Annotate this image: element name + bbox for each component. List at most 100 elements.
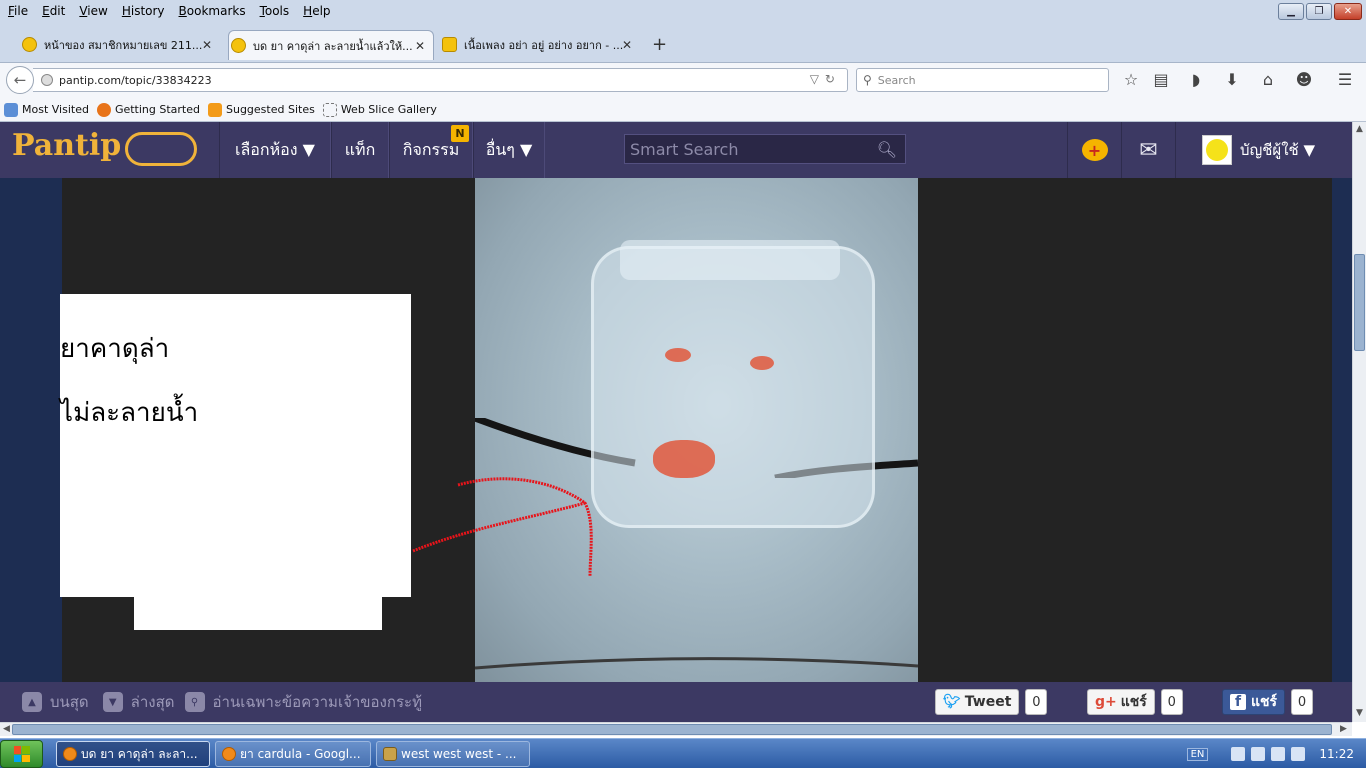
drug-residue-shape	[665, 348, 691, 362]
back-button[interactable]: ←	[6, 66, 34, 94]
pocket-icon[interactable]: ◗	[1185, 70, 1207, 89]
horizontal-scroll-thumb[interactable]	[12, 724, 1332, 735]
bookmarks-bar: Most Visited Getting Started Suggested S…	[0, 98, 1366, 122]
scroll-left-arrow-icon[interactable]: ◀	[3, 724, 10, 734]
facebook-button[interactable]: f แชร์	[1222, 689, 1286, 715]
right-rail	[1332, 178, 1352, 682]
messages-button[interactable]: ✉	[1121, 122, 1175, 178]
task-label: west west west - ...	[401, 747, 517, 761]
left-rail	[0, 178, 62, 682]
tab-strip: หน้าของ สมาชิกหมายเลข 211... ✕ บด ยา คาด…	[0, 22, 1366, 62]
scroll-top-icon[interactable]: ▲	[22, 692, 42, 712]
bookmark-most-visited[interactable]: Most Visited	[4, 102, 89, 117]
scroll-bottom-icon[interactable]: ▼	[102, 692, 123, 712]
account-label: บัญชีผู้ใช้ ▼	[1239, 141, 1316, 159]
smiley-avatar-icon	[1205, 139, 1228, 161]
task-label: ยา cardula - Googl...	[240, 746, 361, 761]
twitter-icon: 🐦︎	[943, 694, 961, 710]
new-tab-plus-icon[interactable]: +	[652, 34, 667, 55]
nav-others[interactable]: อื่นๆ ▼	[473, 122, 545, 178]
search-input[interactable]: ⚲ Search	[856, 68, 1109, 92]
scroll-bottom-link[interactable]: ล่างสุด	[131, 690, 175, 714]
network-icon[interactable]	[1231, 747, 1246, 761]
tab-close-icon[interactable]: ✕	[415, 39, 425, 53]
site-identity-icon[interactable]	[41, 74, 53, 86]
menu-bookmarks[interactable]: Bookmarks	[171, 4, 252, 18]
task-firefox-google[interactable]: ยา cardula - Googl...	[215, 741, 371, 767]
plastic-cup-shape	[591, 246, 875, 528]
tab-close-icon[interactable]: ✕	[202, 38, 212, 52]
post-photo-cup	[475, 178, 918, 682]
chat-icon[interactable]: ☻	[1293, 70, 1315, 89]
tab-close-icon[interactable]: ✕	[622, 38, 632, 52]
nav-tags[interactable]: แท็ก	[331, 122, 389, 178]
horizontal-scrollbar[interactable]: ◀ ▶	[0, 722, 1352, 736]
smart-search-input[interactable]: Smart Search 🔍︎	[624, 134, 906, 164]
nav-label: เลือกห้อง ▼	[235, 139, 315, 159]
tab-member-page[interactable]: หน้าของ สมาชิกหมายเลข 211... ✕	[20, 30, 220, 60]
nav-select-room[interactable]: เลือกห้อง ▼	[219, 122, 331, 178]
scroll-right-arrow-icon[interactable]: ▶	[1340, 724, 1347, 734]
menu-history[interactable]: History	[114, 4, 171, 18]
topic-bottom-bar: ▲ บนสุด ▼ ล่างสุด ⚲ อ่านเฉพาะข้อความเจ้า…	[0, 682, 1352, 722]
app-icon	[383, 747, 397, 761]
web-slice-icon	[322, 102, 337, 117]
home-icon[interactable]: ⌂	[1257, 70, 1279, 89]
new-post-button[interactable]: +	[1067, 122, 1121, 178]
firefox-icon	[222, 747, 236, 761]
window-controls: ▁ ❐ ✕	[1278, 3, 1362, 20]
menu-tools[interactable]: Tools	[252, 4, 296, 18]
task-west[interactable]: west west west - ...	[376, 741, 530, 767]
tray-monitor-icon[interactable]	[1291, 747, 1306, 761]
owner-filter-icon[interactable]: ⚲	[184, 692, 205, 712]
tweet-button[interactable]: 🐦︎ Tweet	[935, 689, 1020, 715]
facebook-share: f แชร์ 0	[1222, 689, 1314, 715]
bookmark-web-slice-gallery[interactable]: Web Slice Gallery	[322, 102, 437, 117]
menu-file[interactable]: File	[0, 4, 34, 18]
avatar[interactable]	[1201, 135, 1232, 165]
downloads-icon[interactable]: ⬇	[1221, 70, 1243, 89]
scroll-down-arrow-icon[interactable]: ▼	[1356, 708, 1363, 718]
owner-only-link[interactable]: อ่านเฉพาะข้อความเจ้าของกระทู้	[213, 690, 422, 714]
pantip-logo-mark-icon[interactable]	[125, 132, 197, 166]
smart-search-placeholder: Smart Search	[630, 139, 739, 159]
tab-label: เนื้อเพลง อย่า อยู่ อย่าง อยาก - ...	[464, 39, 624, 52]
start-button[interactable]	[0, 740, 43, 768]
vertical-scrollbar[interactable]: ▲ ▼	[1352, 122, 1366, 722]
url-dropdown-reload-icons[interactable]: ▽↻	[810, 72, 841, 86]
minimize-button[interactable]: ▁	[1278, 3, 1304, 20]
volume-icon[interactable]	[1251, 747, 1266, 761]
menu-help[interactable]: Help	[295, 4, 336, 18]
clock[interactable]: 11:22	[1319, 747, 1354, 761]
bookmark-suggested-sites[interactable]: Suggested Sites	[208, 102, 315, 117]
scroll-top-link[interactable]: บนสุด	[50, 690, 89, 714]
bookmark-label: Most Visited	[22, 103, 89, 116]
bookmark-star-icon[interactable]: ☆	[1120, 70, 1142, 89]
close-icon: ✕	[1343, 6, 1353, 17]
tab-cardula-topic[interactable]: บด ยา คาดุล่า ละลายน้ำแล้วให้... ✕	[228, 30, 434, 60]
url-text[interactable]: pantip.com/topic/33834223	[59, 74, 212, 87]
language-indicator[interactable]: EN	[1186, 747, 1209, 761]
pantip-logo[interactable]: Pantip	[12, 128, 121, 163]
account-menu[interactable]: บัญชีผู้ใช้ ▼	[1175, 122, 1335, 178]
restore-button[interactable]: ❐	[1306, 3, 1332, 20]
bookmark-getting-started[interactable]: Getting Started	[96, 102, 200, 117]
drug-residue-shape	[750, 356, 774, 370]
scroll-up-arrow-icon[interactable]: ▲	[1356, 124, 1363, 134]
table-edge-shape	[475, 657, 918, 670]
task-firefox-cardula-topic[interactable]: บด ยา คาดุล่า ละลา...	[56, 741, 210, 767]
menu-hamburger-icon[interactable]: ☰	[1334, 70, 1356, 89]
vertical-scroll-thumb[interactable]	[1354, 254, 1365, 351]
tab-lyrics[interactable]: เนื้อเพลง อย่า อยู่ อย่าง อยาก - ... ✕	[440, 30, 640, 60]
tab-label: บด ยา คาดุล่า ละลายน้ำแล้วให้...	[253, 39, 413, 53]
annotation-card: ยาคาดุล่า ไม่ละลายน้ำ	[60, 294, 411, 597]
tray-app-icon[interactable]	[1271, 747, 1286, 761]
gplus-button[interactable]: g+ แชร์	[1087, 689, 1155, 715]
windows-taskbar: บด ยา คาดุล่า ละลา... ยา cardula - Googl…	[0, 738, 1366, 768]
close-window-button[interactable]: ✕	[1334, 3, 1362, 20]
reading-list-icon[interactable]: ▤	[1150, 70, 1172, 89]
search-icon[interactable]: 🔍︎	[877, 140, 897, 159]
menu-view[interactable]: View	[71, 4, 113, 18]
url-bar[interactable]: pantip.com/topic/33834223 ▽↻	[33, 68, 848, 92]
menu-edit[interactable]: Edit	[34, 4, 71, 18]
